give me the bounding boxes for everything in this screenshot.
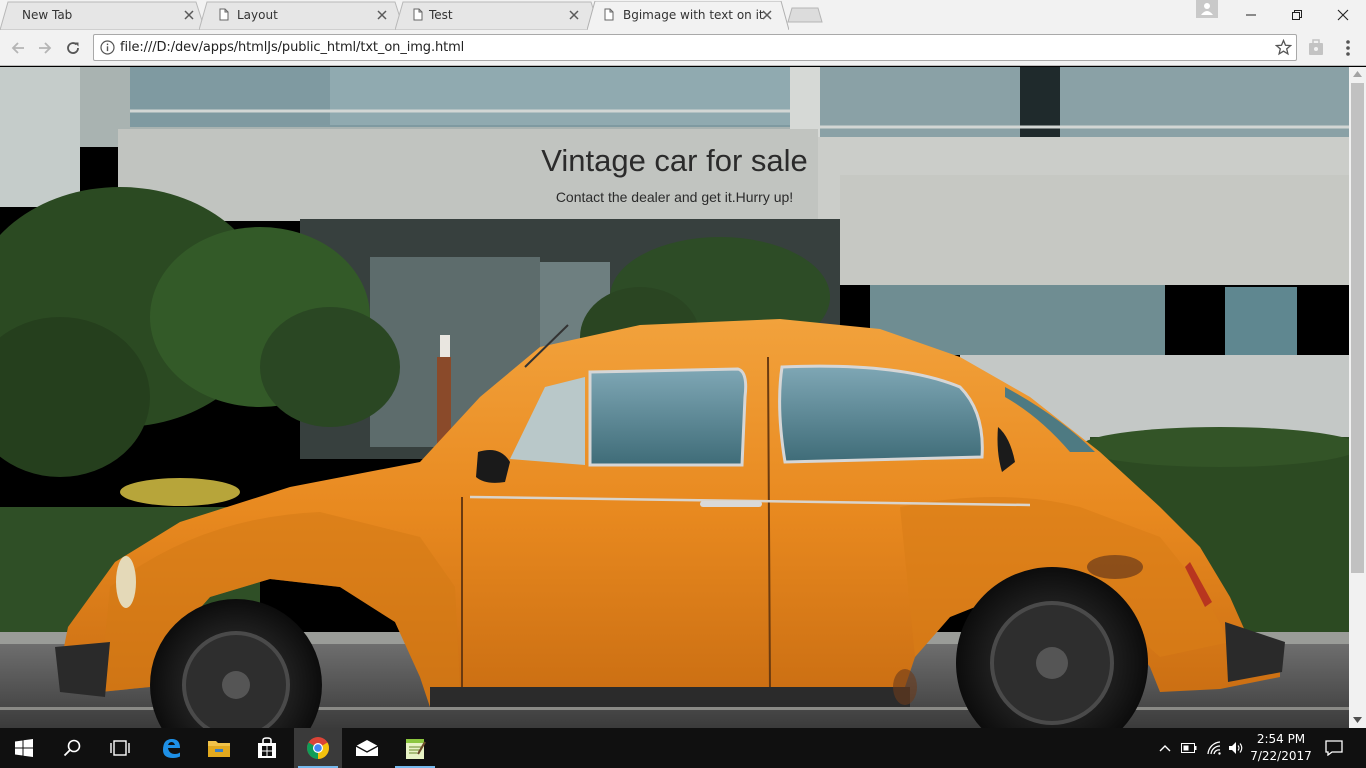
search-icon [63,739,81,757]
scrollbar-thumb[interactable] [1351,83,1364,573]
edge-icon [163,739,180,758]
windows-taskbar: 2:54 PM 7/22/2017 [0,728,1366,768]
restore-button[interactable] [1274,0,1320,29]
action-center-button[interactable] [1319,728,1349,768]
mail-icon [355,740,379,756]
page-title: Vintage car for sale [541,143,808,178]
close-icon[interactable] [568,9,580,21]
tab-layout[interactable]: Layout [199,1,404,30]
star-icon[interactable] [1275,39,1292,56]
scroll-up-arrow-icon[interactable] [1353,71,1362,77]
arrow-right-icon [39,42,52,54]
tab-bgimage[interactable]: Bgimage with text on it [587,1,789,30]
reload-icon [67,42,79,54]
address-bar[interactable]: file:///D:/dev/apps/htmlJs/public_html/t… [93,34,1297,61]
info-icon[interactable] [100,40,115,55]
speaker-icon [1229,742,1243,754]
volume-tray[interactable] [1226,728,1246,768]
store-icon [258,737,276,758]
taskbar-clock[interactable]: 2:54 PM 7/22/2017 [1248,731,1314,765]
battery-icon [1181,743,1197,753]
arrow-left-icon [11,42,24,54]
clock-date: 7/22/2017 [1250,749,1312,763]
task-view-button[interactable] [96,728,144,768]
minimize-button[interactable] [1228,0,1274,29]
close-icon[interactable] [376,9,388,21]
clock-time: 2:54 PM [1256,732,1306,746]
back-button[interactable] [8,38,28,58]
page-subtitle: Contact the dealer and get it.Hurry up! [555,189,794,205]
show-hidden-icons-button[interactable] [1156,728,1174,768]
tab-strip: New Tab Layout Test Bgimage with text on… [0,0,1366,30]
document-icon [219,8,229,21]
network-tray[interactable] [1204,728,1224,768]
minimize-icon [1246,14,1256,15]
tab-label: Test [429,8,453,22]
taskbar-chrome[interactable] [294,728,342,768]
profile-button[interactable] [1196,0,1218,18]
tab-label: New Tab [22,8,73,22]
start-button[interactable] [0,728,48,768]
taskbar-store[interactable] [243,728,291,768]
windows-logo-icon [15,739,33,757]
chrome-icon [307,737,329,759]
tab-test[interactable]: Test [395,1,600,30]
scroll-down-arrow-icon[interactable] [1353,717,1362,723]
task-view-icon [110,740,130,756]
notification-icon [1325,740,1343,756]
close-icon[interactable] [183,9,195,21]
notepad-plus-icon [406,739,426,759]
browser-toolbar: file:///D:/dev/apps/htmlJs/public_html/t… [0,30,1366,66]
new-tab-button[interactable] [787,7,823,23]
person-icon [1201,3,1213,15]
chevron-up-icon [1159,745,1171,752]
search-button[interactable] [48,728,96,768]
reload-button[interactable] [63,38,83,58]
close-icon[interactable] [761,9,773,21]
tab-new-tab[interactable]: New Tab [0,1,205,30]
kebab-menu-icon[interactable] [1340,38,1356,58]
url-text[interactable]: file:///D:/dev/apps/htmlJs/public_html/t… [120,40,464,55]
close-icon [1337,9,1349,20]
wifi-icon [1207,741,1221,755]
taskbar-mail[interactable] [343,728,391,768]
taskbar-edge[interactable] [147,728,195,768]
tab-label: Layout [237,8,278,22]
document-icon [413,8,423,21]
tab-label: Bgimage with text on it [623,8,764,22]
folder-icon [208,741,230,757]
taskbar-file-explorer[interactable] [195,728,243,768]
tab-shape [199,1,404,30]
vertical-scrollbar[interactable] [1349,67,1366,728]
battery-tray[interactable] [1179,728,1199,768]
page-viewport: Vintage car for sale Contact the dealer … [0,67,1349,728]
taskbar-notepad-plus[interactable] [391,728,439,768]
close-window-button[interactable] [1320,0,1366,29]
extension-icon[interactable] [1308,38,1324,56]
document-icon [604,8,614,21]
restore-icon [1292,9,1302,20]
forward-button[interactable] [35,38,55,58]
